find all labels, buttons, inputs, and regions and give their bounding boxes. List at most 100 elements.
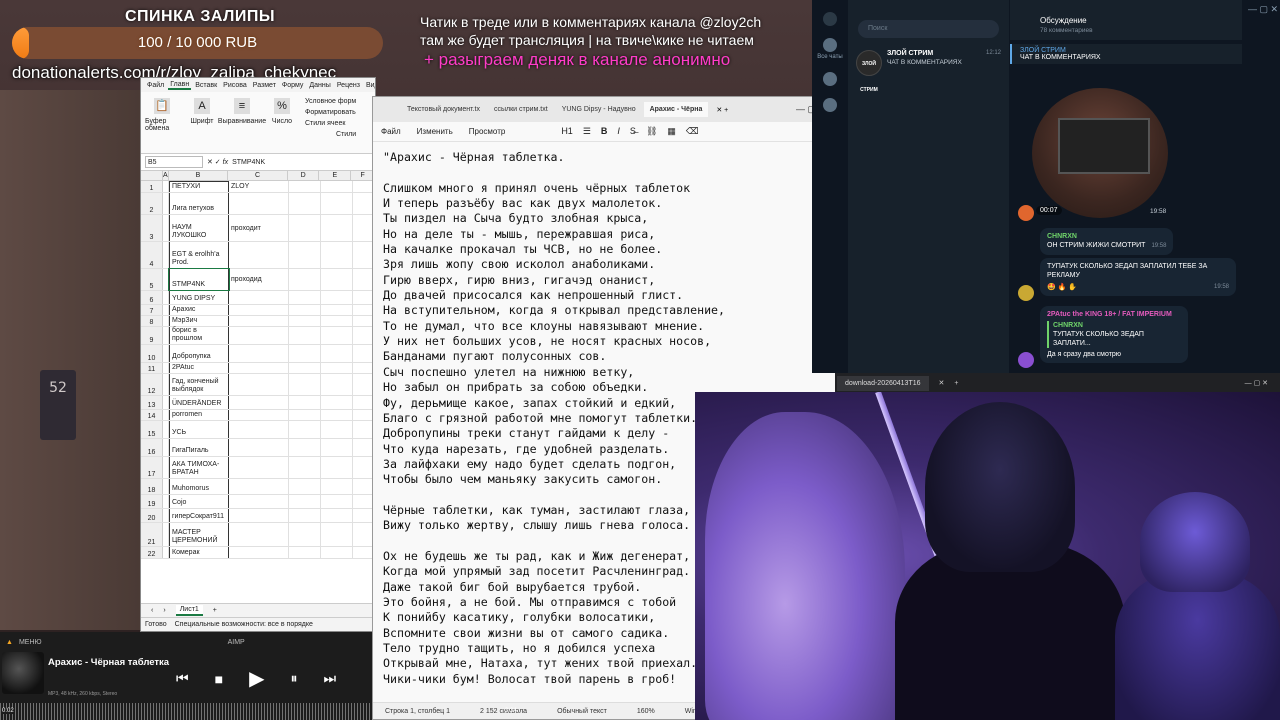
column-header[interactable]: D bbox=[288, 171, 320, 180]
link-icon[interactable]: ⛓ bbox=[646, 126, 657, 137]
alignment-group[interactable]: ≡ Выравнивание bbox=[218, 98, 266, 147]
cell-b[interactable]: ГигаПигаль bbox=[169, 439, 229, 456]
excel-menu-item[interactable]: Вставк bbox=[193, 82, 219, 89]
excel-menu-item[interactable]: Рисова bbox=[221, 82, 249, 89]
excel-menu-item[interactable]: Файл bbox=[145, 82, 166, 89]
cell-b[interactable]: УСЬ bbox=[169, 421, 229, 438]
cell-c[interactable] bbox=[229, 327, 289, 344]
cell-b[interactable]: Гад, конченый выблядок bbox=[169, 374, 229, 395]
excel-menu-item[interactable]: Данны bbox=[307, 82, 332, 89]
cell-b[interactable]: Cojo bbox=[169, 495, 229, 508]
cell-c[interactable] bbox=[229, 495, 289, 508]
menu-file[interactable]: Файл bbox=[381, 127, 401, 136]
column-header[interactable]: B bbox=[169, 171, 229, 180]
strikethrough-icon[interactable]: S̶ bbox=[630, 126, 636, 137]
video-message[interactable] bbox=[1032, 88, 1168, 218]
cell-b[interactable]: МАСТЕР ЦЕРЕМОНИЙ bbox=[169, 523, 229, 546]
cell-c[interactable] bbox=[229, 523, 289, 546]
pause-icon[interactable]: ⏸ bbox=[290, 670, 297, 687]
waveform-seekbar[interactable] bbox=[0, 703, 372, 720]
cell-b[interactable]: Лига петухов bbox=[169, 193, 229, 214]
clear-format-icon[interactable]: ⌫ bbox=[686, 126, 699, 137]
notepad-tab[interactable]: Арахис - Чёрна bbox=[643, 102, 709, 117]
player-menu-button[interactable]: МЕНЮ bbox=[19, 639, 42, 646]
status-accessibility[interactable]: Специальные возможности: все в порядке bbox=[175, 621, 313, 628]
menu-edit[interactable]: Изменить bbox=[417, 127, 453, 136]
cell-c[interactable] bbox=[229, 345, 289, 362]
name-box[interactable]: B5 bbox=[145, 156, 203, 168]
header-cell-b[interactable]: ПЕТУХИ bbox=[169, 181, 229, 192]
cell-c[interactable] bbox=[229, 457, 289, 478]
format-as-table-button[interactable]: Форматировать bbox=[305, 109, 356, 116]
cell-b[interactable]: Арахис bbox=[169, 305, 229, 315]
notepad-tab[interactable]: Текстовый документ.tx bbox=[401, 102, 486, 117]
cell-b[interactable]: НАУМ ЛУКОШКО bbox=[169, 215, 229, 241]
folder-icon[interactable] bbox=[823, 72, 837, 86]
menu-view[interactable]: Просмотр bbox=[469, 127, 506, 136]
cell-c[interactable] bbox=[229, 363, 289, 373]
search-input[interactable]: Поиск bbox=[858, 20, 999, 38]
column-header[interactable] bbox=[141, 171, 163, 180]
cell-styles-button[interactable]: Стили ячеек bbox=[305, 120, 356, 127]
cell-b[interactable]: Muhomorus bbox=[169, 479, 229, 494]
folder-icon-2[interactable] bbox=[823, 98, 837, 112]
menu-icon[interactable] bbox=[823, 12, 837, 26]
conditional-format-button[interactable]: Условное форм bbox=[305, 98, 356, 105]
previous-icon[interactable]: ⏮ bbox=[176, 670, 189, 687]
sheet-tab[interactable]: Лист1 bbox=[175, 605, 203, 616]
cell-c[interactable] bbox=[229, 479, 289, 494]
cell-b[interactable]: 2PAtuc bbox=[169, 363, 229, 373]
window-buttons[interactable]: — ▢ ✕ bbox=[1242, 0, 1280, 15]
cell-b[interactable]: EGT & erolhh'a Prod. bbox=[169, 242, 229, 268]
window-controls[interactable]: — ▢ ✕ bbox=[1245, 379, 1280, 387]
notepad-tab[interactable]: YUNG Dipsy - Надувно bbox=[556, 102, 642, 117]
pinned-message[interactable]: ЗЛОЙ СТРИМ ЧАТ В КОММЕНТАРИЯХ bbox=[1010, 44, 1242, 64]
font-group[interactable]: A Шрифт bbox=[185, 98, 219, 147]
cell-c[interactable]: проходид bbox=[229, 269, 289, 290]
excel-menu-item[interactable]: Реценз bbox=[335, 82, 362, 89]
cell-b[interactable]: Добропупка bbox=[169, 345, 229, 362]
heading-dropdown[interactable]: H1 bbox=[561, 126, 573, 137]
bold-icon[interactable]: B bbox=[601, 126, 608, 137]
cell-c[interactable] bbox=[229, 421, 289, 438]
formula-input[interactable]: STMP4NK bbox=[232, 159, 265, 166]
message[interactable]: 2PAtuc the KING 18+ / FAT IMPERIUM CHNRX… bbox=[1040, 306, 1188, 363]
column-header[interactable]: E bbox=[319, 171, 352, 180]
notepad-tab[interactable]: ссылки стрим.txt bbox=[488, 102, 554, 117]
chat-item[interactable]: ЗЛОЙ СТРИМ ЗЛОЙ СТРИМ 12:12 ЧАТ В КОММЕН… bbox=[848, 46, 1009, 93]
italic-icon[interactable]: I bbox=[617, 126, 620, 137]
excel-menu-item[interactable]: Размет bbox=[251, 82, 278, 89]
cell-c[interactable] bbox=[229, 396, 289, 409]
reply-quote[interactable]: CHNRXN ТУПАТУК СКОЛЬКО ЗЕДАП ЗАПЛАТИ... bbox=[1047, 321, 1181, 348]
clipboard-group[interactable]: 📋 Буфер обмена bbox=[145, 98, 179, 147]
sheet-grid[interactable]: ABCDEF 1 ПЕТУХИ ZLOY 2 Лига петухов 3 НАУМ … bbox=[141, 171, 375, 559]
cell-c[interactable] bbox=[229, 439, 289, 456]
prev-sheet-icon[interactable]: ‹ bbox=[151, 607, 153, 614]
cell-c[interactable]: проходит bbox=[229, 215, 289, 241]
reactions[interactable]: 🤩 🔥 ✋ 19:58 bbox=[1047, 283, 1229, 292]
message[interactable]: CHNRXN ОН СТРИМ ЖИЖИ СМОТРИТ 19:58 bbox=[1040, 228, 1174, 255]
play-icon[interactable]: ▶ bbox=[249, 666, 264, 691]
cell-b[interactable]: АКА ТИМОХА-БРАТАН bbox=[169, 457, 229, 478]
cell-b[interactable]: гиперСократ911 bbox=[169, 509, 229, 522]
cell-c[interactable] bbox=[229, 316, 289, 326]
number-group[interactable]: % Число bbox=[265, 98, 299, 147]
cell-c[interactable] bbox=[229, 193, 289, 214]
cell-c[interactable] bbox=[229, 305, 289, 315]
column-header[interactable]: C bbox=[228, 171, 288, 180]
cell-c[interactable] bbox=[229, 410, 289, 420]
excel-menu-item[interactable]: Вид bbox=[364, 82, 375, 89]
table-icon[interactable]: ▦ bbox=[667, 126, 676, 137]
message[interactable]: ТУПАТУК СКОЛЬКО ЗЕДАП ЗАПЛАТИЛ ТЕБЕ ЗА Р… bbox=[1040, 258, 1236, 296]
browser-tab[interactable]: download-20260413T16 bbox=[837, 375, 929, 391]
new-tab-icon[interactable]: + bbox=[954, 380, 958, 387]
cell-b[interactable]: ÜNDERÄNDER bbox=[169, 396, 229, 409]
close-tab-icon[interactable]: ✕ bbox=[939, 379, 945, 387]
excel-menu-item[interactable]: Главн bbox=[168, 81, 192, 90]
cell-b[interactable]: Комерак bbox=[169, 547, 229, 558]
cell-b[interactable]: YUNG DIPSY bbox=[169, 291, 229, 304]
tab-close-add-icon[interactable]: ✕ + bbox=[710, 106, 734, 114]
add-sheet-icon[interactable]: + bbox=[213, 607, 217, 614]
cell-c[interactable] bbox=[229, 547, 289, 558]
excel-menu-item[interactable]: Форму bbox=[280, 82, 306, 89]
